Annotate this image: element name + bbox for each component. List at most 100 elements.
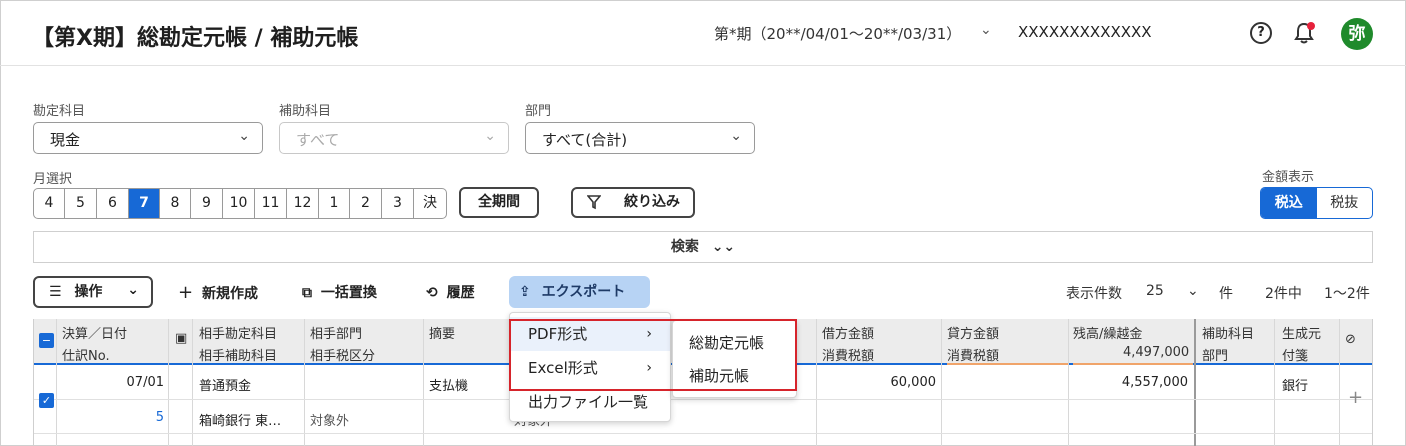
display-count-select[interactable]: 25: [1146, 283, 1164, 299]
filter-button[interactable]: 絞り込み: [571, 187, 695, 218]
menu-item-output-files-label: 出力ファイル一覧: [528, 393, 649, 411]
header-debit[interactable]: 借方金額: [822, 323, 874, 342]
search-toggle[interactable]: 検索 ⌄⌄: [33, 231, 1373, 263]
header-counter-sub-account[interactable]: 相手補助科目: [199, 345, 277, 364]
avatar[interactable]: 弥: [1341, 18, 1373, 50]
range-count: 1〜2件: [1324, 286, 1370, 302]
month-button-12[interactable]: 12: [287, 189, 319, 218]
export-icon: ⇪: [519, 284, 531, 300]
header-balance[interactable]: 残高/繰越金: [1073, 323, 1142, 342]
menu-icon: ☰: [49, 284, 62, 300]
department-label: 部門: [525, 104, 552, 119]
new-label: 新規作成: [201, 286, 258, 302]
header-sub-account[interactable]: 補助科目: [1202, 323, 1254, 342]
carried-balance: 4,497,000: [1123, 345, 1190, 360]
chevron-down-icon: ⌄: [238, 128, 250, 144]
month-button-3[interactable]: 3: [382, 189, 414, 218]
period-selector[interactable]: 第*期（20**/04/01〜20**/03/31）: [714, 23, 961, 44]
history-button[interactable]: ⟲ 履歴: [426, 282, 475, 302]
row-origin: 銀行: [1282, 379, 1309, 394]
help-icon[interactable]: ?: [1250, 22, 1272, 44]
account-value: 現金: [50, 131, 81, 149]
header-memo[interactable]: 摘要: [429, 323, 455, 342]
company-name[interactable]: XXXXXXXXXXXXX: [1018, 23, 1152, 41]
month-label: 月選択: [33, 172, 73, 187]
month-button-4[interactable]: 4: [34, 189, 65, 218]
page-title: 【第X期】総勘定元帳 / 補助元帳: [32, 26, 359, 51]
new-button[interactable]: + 新規作成: [178, 282, 258, 303]
month-button-11[interactable]: 11: [255, 189, 287, 218]
page-header: 【第X期】総勘定元帳 / 補助元帳 第*期（20**/04/01〜20**/03…: [0, 0, 1406, 66]
sort-indicator: [947, 363, 1069, 365]
header-credit[interactable]: 貸方金額: [947, 323, 999, 342]
display-count-label: 表示件数: [1066, 286, 1122, 302]
operations-button[interactable]: ☰ 操作 ⌄: [33, 276, 153, 308]
table-row[interactable]: 5 箱崎銀行 東… 対象外 対象外: [34, 400, 1372, 434]
chevron-down-icon: ⌄: [730, 128, 742, 144]
row-sub-account: 箱崎銀行 東…: [199, 414, 282, 429]
month-button-9[interactable]: 9: [191, 189, 223, 218]
header-counter-tax[interactable]: 相手税区分: [310, 345, 375, 364]
row-memo: 支払機: [429, 379, 469, 394]
funnel-icon: [587, 195, 601, 210]
history-label: 履歴: [446, 285, 475, 301]
chevron-down-icon[interactable]: ⌄: [980, 22, 992, 38]
chevron-down-icon: ⌄: [127, 282, 139, 298]
filter-label: 絞り込み: [624, 194, 680, 210]
highlight-annotation: [509, 319, 797, 391]
search-label: 検索: [670, 239, 699, 255]
account-select[interactable]: 現金 ⌄: [33, 122, 263, 154]
count-unit: 件: [1219, 286, 1233, 302]
month-selector: 4 5 6 7 8 9 10 11 12 1 2 3 決: [33, 188, 447, 219]
replace-icon: ⧉: [302, 285, 312, 301]
header-journal-no[interactable]: 仕訳No.: [62, 345, 110, 364]
chevron-down-icon: ⌄: [484, 128, 496, 144]
month-button-5[interactable]: 5: [65, 189, 97, 218]
export-button[interactable]: ⇪ エクスポート: [509, 276, 650, 308]
tax-toggle: 税込 税抜: [1260, 187, 1373, 219]
add-row-button[interactable]: +: [1348, 387, 1363, 408]
export-label: エクスポート: [541, 284, 626, 300]
operations-label: 操作: [74, 284, 103, 300]
month-button-7[interactable]: 7: [129, 189, 160, 218]
double-chevron-down-icon: ⌄⌄: [711, 239, 736, 255]
header-sticky-note[interactable]: 付箋: [1282, 345, 1308, 364]
note-icon: ▣: [175, 331, 188, 346]
tax-included-option[interactable]: 税込: [1261, 188, 1317, 218]
tax-excluded-option[interactable]: 税抜: [1317, 188, 1373, 218]
row-account: 普通預金: [199, 379, 252, 394]
header-origin[interactable]: 生成元: [1282, 323, 1321, 342]
chevron-down-icon[interactable]: ⌄: [1187, 283, 1199, 299]
department-select[interactable]: すべて(合計) ⌄: [525, 122, 755, 154]
header-credit-tax[interactable]: 消費税額: [947, 345, 999, 364]
month-button-10[interactable]: 10: [223, 189, 255, 218]
month-button-8[interactable]: 8: [160, 189, 191, 218]
sort-indicator: [1073, 363, 1193, 365]
month-button-6[interactable]: 6: [97, 189, 129, 218]
month-button-1[interactable]: 1: [319, 189, 350, 218]
row-tax: 対象外: [310, 414, 350, 429]
select-all-checkbox[interactable]: −: [39, 333, 54, 348]
row-journal-no[interactable]: 5: [94, 410, 164, 425]
header-department[interactable]: 部門: [1202, 345, 1228, 364]
header-date[interactable]: 決算／日付: [62, 323, 127, 342]
account-label: 勘定科目: [33, 104, 86, 119]
month-button-2[interactable]: 2: [350, 189, 382, 218]
header-counter-account[interactable]: 相手勘定科目: [199, 323, 277, 342]
department-value: すべて(合計): [542, 131, 628, 149]
row-balance: 4,557,000: [1121, 375, 1188, 390]
sub-account-placeholder: すべて: [296, 131, 340, 149]
paperclip-icon: ⊘: [1345, 332, 1356, 347]
notification-dot: [1307, 22, 1315, 30]
row-checkbox[interactable]: ✓: [39, 393, 54, 408]
sub-account-select[interactable]: すべて ⌄: [279, 122, 509, 154]
row-date: 07/01: [126, 375, 164, 390]
header-counter-dept[interactable]: 相手部門: [310, 323, 362, 342]
sub-account-label: 補助科目: [279, 104, 332, 119]
header-debit-tax[interactable]: 消費税額: [822, 345, 874, 364]
all-period-button[interactable]: 全期間: [459, 187, 539, 218]
history-icon: ⟲: [426, 285, 438, 301]
bulk-replace-button[interactable]: ⧉ 一括置換: [302, 282, 377, 302]
month-button-settlement[interactable]: 決: [414, 189, 446, 218]
amount-display-label: 金額表示: [1262, 170, 1315, 185]
